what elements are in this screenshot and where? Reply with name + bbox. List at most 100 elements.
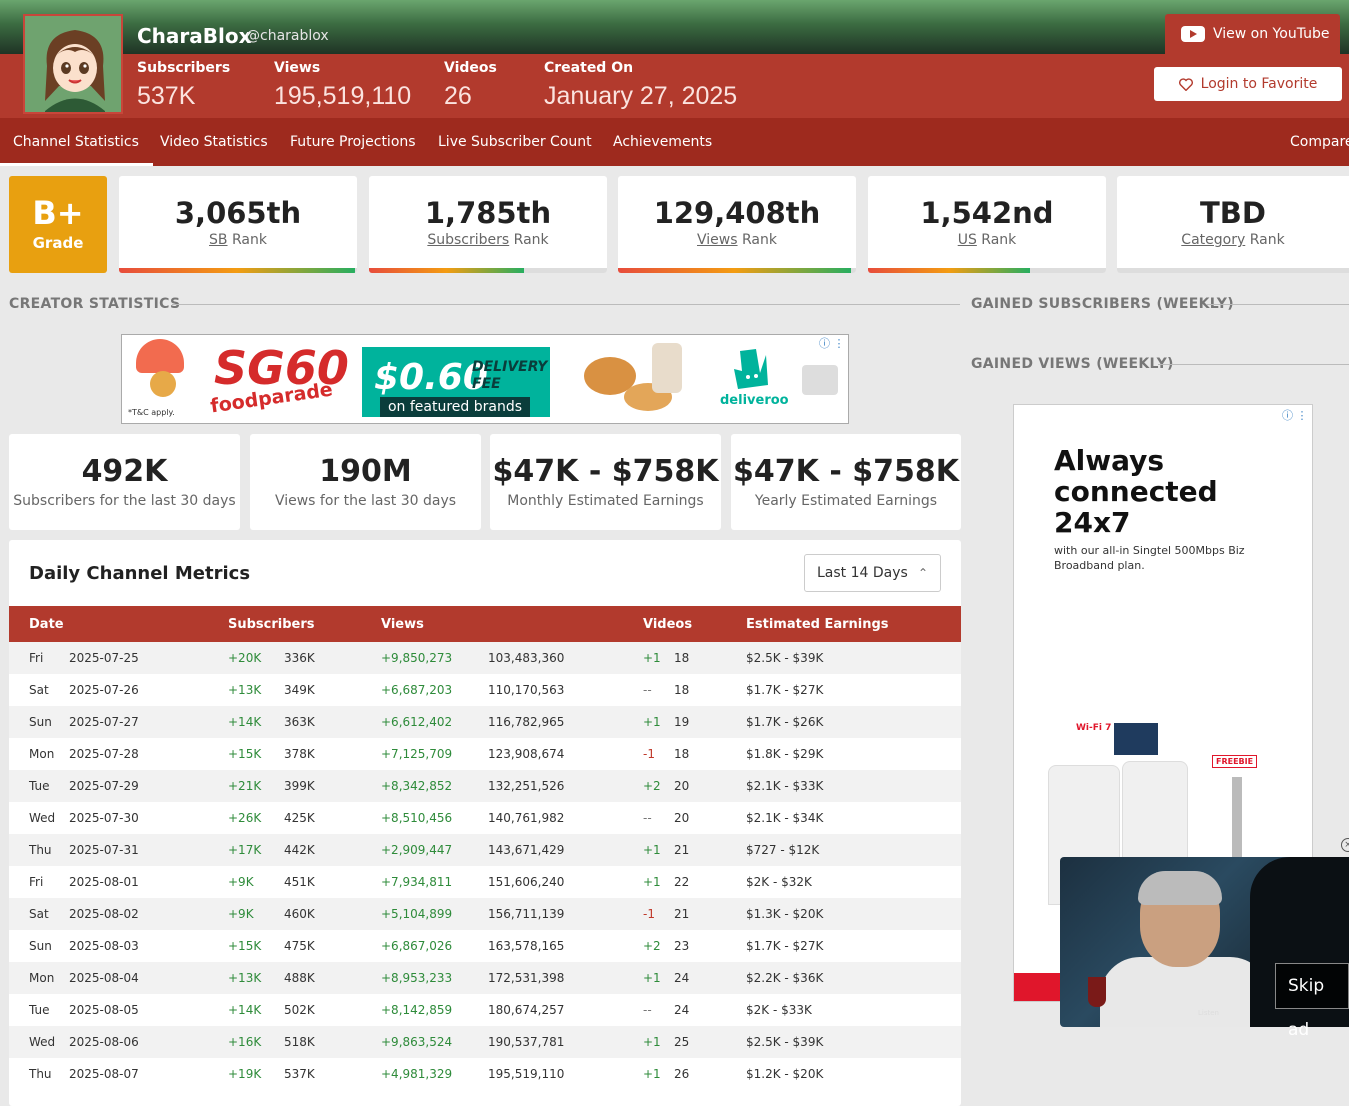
row-subscriber-change: +20K [228, 651, 262, 665]
row-views: 151,606,240 [488, 875, 565, 889]
row-video-change: +1 [643, 971, 661, 985]
tab-compare[interactable]: Compare [1290, 118, 1349, 166]
drink-image [652, 343, 682, 393]
row-view-change: +8,953,233 [381, 971, 453, 985]
advertisement-banner[interactable]: SG60 foodparade $0.60 DELIVERY FEE on fe… [121, 334, 849, 424]
table-row: Tue 2025-08-05 +14K 502K +8,142,859 180,674,2… [9, 994, 961, 1026]
column-header-date[interactable]: Date [9, 606, 208, 642]
column-header-earnings[interactable]: Estimated Earnings [726, 606, 961, 642]
row-subscriber-change: +15K [228, 939, 262, 953]
row-earnings: $1.8K - $29K [746, 747, 824, 761]
row-subscribers: 363K [284, 715, 315, 729]
row-videos: 21 [674, 843, 690, 857]
date-range-select[interactable]: Last 14 Days ⌃ [804, 554, 941, 592]
rank-key-link[interactable]: Views [697, 232, 738, 248]
row-video-change: +1 [643, 1035, 661, 1049]
side-ad-subtext: with our all-in Singtel 500Mbps Biz Broa… [1054, 544, 1245, 572]
summary-value: 190M [319, 454, 412, 489]
ad-price-text: $0.60 [374, 357, 488, 398]
rank-bar [618, 268, 852, 273]
row-videos: 18 [674, 651, 690, 665]
wine-glass-image [1088, 977, 1106, 1007]
deliveroo-logo-icon [734, 349, 768, 389]
rank-key-link[interactable]: Subscribers [427, 232, 509, 248]
row-subscribers: 451K [284, 875, 315, 889]
heart-icon [1178, 77, 1193, 91]
view-on-youtube-label: View on YouTube [1213, 26, 1330, 42]
grade-card: B+ Grade [9, 176, 107, 273]
parachute-image [136, 339, 184, 373]
rank-key-link[interactable]: SB [209, 232, 228, 248]
row-day: Wed [29, 1035, 56, 1049]
row-subscribers: 488K [284, 971, 315, 985]
row-subscriber-change: +21K [228, 779, 262, 793]
ad-info-icon[interactable]: ⓘ ⋮ [819, 335, 845, 351]
table-row: Thu 2025-08-07 +19K 537K +4,981,329 195,519,1… [9, 1058, 961, 1090]
column-header-videos[interactable]: Videos [623, 606, 726, 642]
row-earnings: $1.7K - $26K [746, 715, 824, 729]
row-view-change: +6,867,026 [381, 939, 453, 953]
row-video-change: -1 [643, 747, 655, 761]
row-videos: 22 [674, 875, 690, 889]
row-video-change: -1 [643, 907, 655, 921]
rank-suffix: Rank [513, 232, 549, 248]
section-divider [172, 304, 960, 305]
chevron-updown-icon: ⌃ [917, 566, 928, 580]
row-date: 2025-08-07 [69, 1067, 139, 1081]
row-date: 2025-08-01 [69, 875, 139, 889]
row-views: 180,674,257 [488, 1003, 565, 1017]
table-row: Wed 2025-07-30 +26K 425K +8,510,456 140,761,9… [9, 802, 961, 834]
channel-handle: @charablox [246, 28, 329, 44]
row-subscriber-change: +17K [228, 843, 262, 857]
tab-channel-statistics[interactable]: Channel Statistics [0, 118, 153, 166]
rank-value: 1,785th [424, 196, 552, 230]
stat-value-views: 195,519,110 [274, 82, 412, 110]
row-date: 2025-07-26 [69, 683, 139, 697]
row-date: 2025-07-29 [69, 779, 139, 793]
row-date: 2025-07-27 [69, 715, 139, 729]
rank-suffix: Rank [981, 232, 1017, 248]
row-subscribers: 399K [284, 779, 315, 793]
rank-suffix: Rank [742, 232, 777, 248]
row-subscriber-change: +14K [228, 715, 262, 729]
column-header-views[interactable]: Views [361, 606, 623, 642]
row-videos: 20 [674, 779, 690, 793]
freebie-badge: FREEBIE [1212, 755, 1258, 768]
view-on-youtube-button[interactable]: View on YouTube [1165, 14, 1340, 54]
close-icon[interactable]: × [1341, 838, 1349, 852]
skip-ad-button[interactable]: Skip ad [1275, 963, 1349, 1040]
section-title-gained-views: GAINED VIEWS (WEEKLY) [971, 356, 1174, 372]
tab-live-subscriber-count[interactable]: Live Subscriber Count [438, 118, 592, 166]
row-earnings: $2K - $32K [746, 875, 812, 889]
ad-delivery-text: DELIVERY FEE [472, 359, 548, 392]
summary-card-views: 190M Views for the last 30 days [250, 434, 481, 530]
row-view-change: +2,909,447 [381, 843, 453, 857]
rank-key-link[interactable]: US [958, 232, 977, 248]
table-row: Fri 2025-07-25 +20K 336K +9,850,273 103,483,3… [9, 642, 961, 674]
tab-achievements[interactable]: Achievements [613, 118, 712, 166]
row-earnings: $2.2K - $36K [746, 971, 824, 985]
tab-future-projections[interactable]: Future Projections [290, 118, 416, 166]
row-subscribers: 518K [284, 1035, 315, 1049]
side-ad-headline: Always connected 24x7 [1054, 444, 1218, 539]
row-view-change: +7,125,709 [381, 747, 453, 761]
rank-key-link[interactable]: Category [1181, 232, 1245, 248]
row-day: Wed [29, 811, 56, 825]
row-view-change: +8,510,456 [381, 811, 453, 825]
row-subscribers: 336K [284, 651, 315, 665]
table-row: Mon 2025-08-04 +13K 488K +8,953,233 172,531,3… [9, 962, 961, 994]
row-views: 156,711,139 [488, 907, 565, 921]
summary-value: 492K [81, 454, 168, 489]
login-to-favorite-button[interactable]: Login to Favorite [1154, 67, 1342, 101]
column-header-subscribers[interactable]: Subscribers [208, 606, 361, 642]
ad-featured-text: on featured brands [380, 397, 530, 417]
ad-info-icon[interactable]: ⓘ ⋮ [1282, 407, 1308, 423]
row-subscriber-change: +26K [228, 811, 262, 825]
tab-video-statistics[interactable]: Video Statistics [160, 118, 268, 166]
table-row: Thu 2025-07-31 +17K 442K +2,909,447 143,671,4… [9, 834, 961, 866]
table-header-row: Date Subscribers Views Videos Estimated … [9, 606, 961, 642]
row-view-change: +4,981,329 [381, 1067, 453, 1081]
row-subscribers: 502K [284, 1003, 315, 1017]
row-day: Sat [29, 683, 49, 697]
row-day: Thu [29, 1067, 52, 1081]
